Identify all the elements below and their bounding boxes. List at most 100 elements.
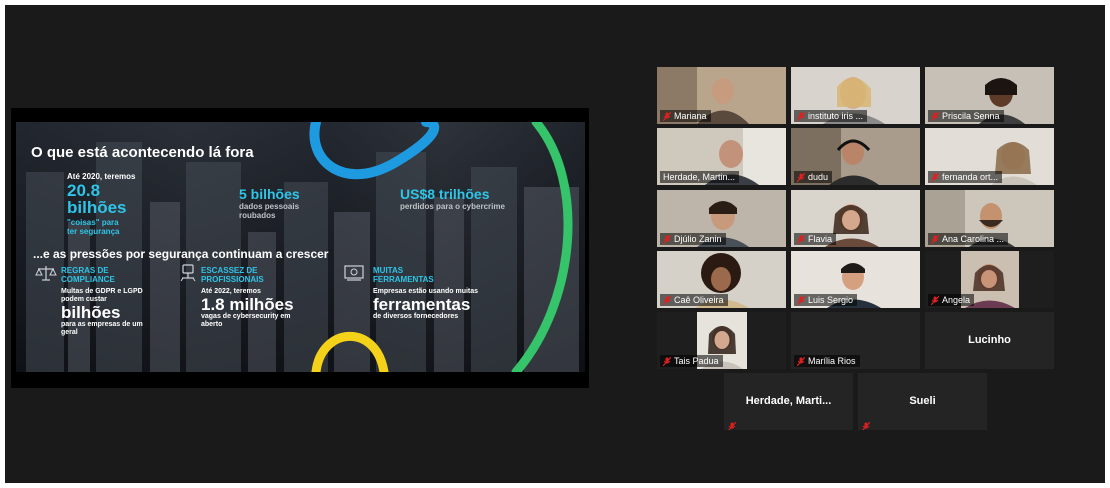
participant-tile[interactable]: Mariana [657, 67, 786, 124]
chair-icon [180, 264, 196, 282]
participant-tile[interactable]: Luis Sergio [791, 251, 920, 308]
participant-name: Tais Padua [674, 356, 719, 366]
muted-mic-icon [662, 234, 672, 244]
participant-name: instituto iris ... [808, 111, 864, 121]
participant-name-label: Luis Sergio [794, 294, 858, 306]
participant-name: Djúlio Zanin [674, 234, 722, 244]
stat2-value: 5 bilhões [239, 186, 300, 202]
col2-heading-line2: PROFISSIONAIS [201, 275, 264, 284]
col1-heading-line1: REGRAS DE [61, 266, 109, 275]
muted-mic-icon [796, 234, 806, 244]
participant-name-label: fernanda ort... [928, 171, 1003, 183]
muted-mic-icon [662, 356, 672, 366]
participant-name: Marília Rios [808, 356, 856, 366]
participant-name-label: Mariana [660, 110, 711, 122]
tools-icon [344, 265, 364, 281]
stat2-caption-line2: roubados [239, 211, 276, 220]
muted-mic-icon [930, 111, 940, 121]
participant-name-label: Ana Carolina ... [928, 233, 1009, 245]
participant-name: Lucinho [968, 334, 1011, 346]
participant-tile[interactable]: Priscila Senna [925, 67, 1054, 124]
participant-name: Priscila Senna [942, 111, 1000, 121]
participant-tile[interactable]: Flavia [791, 190, 920, 247]
stat2-caption: dados pessoais roubados [239, 202, 299, 220]
participant-tile[interactable]: fernanda ort... [925, 128, 1054, 185]
stat1-caption: "coisas" para ter segurança [67, 218, 119, 236]
col2-body: Até 2022, teremos 1.8 milhões vagas de c… [201, 288, 341, 329]
participant-name: Flavia [808, 234, 833, 244]
muted-mic-icon [662, 295, 672, 305]
muted-mic-icon [930, 234, 940, 244]
col3-body: Empresas estão usando muitas ferramentas… [373, 288, 533, 321]
muted-mic-icon [930, 295, 940, 305]
col1-body-line4: geral [61, 329, 78, 336]
participant-name-label: dudu [794, 171, 833, 183]
participant-tile[interactable]: Djúlio Zanin [657, 190, 786, 247]
col3-body-line2: de diversos fornecedores [373, 313, 459, 320]
participant-tile[interactable]: Tais Padua [657, 312, 786, 369]
participant-name: Mariana [674, 111, 707, 121]
muted-mic-icon [662, 111, 672, 121]
participant-tile[interactable]: Angela [925, 251, 1054, 308]
participant-name: Luis Sergio [808, 295, 854, 305]
scales-icon [35, 266, 57, 281]
stat3-caption: perdidos para o cybercrime [400, 202, 505, 211]
muted-mic-icon [930, 172, 940, 182]
col2-heading-line1: ESCASSEZ DE [201, 266, 258, 275]
participant-tile[interactable]: Caê Oliveira [657, 251, 786, 308]
col3-heading: MUITAS FERRAMENTAS [373, 266, 483, 284]
col2-heading: ESCASSEZ DE PROFISSIONAIS [201, 266, 311, 284]
participant-tile-no-video[interactable]: Herdade, Marti... [724, 373, 853, 430]
participant-name-label: Angela [928, 294, 975, 306]
participant-name: fernanda ort... [942, 172, 999, 182]
participant-name: Sueli [909, 395, 936, 407]
participant-name-label: Priscila Senna [928, 110, 1004, 122]
stat1-word: bilhões [67, 198, 127, 217]
stat2-caption-line1: dados pessoais [239, 202, 300, 211]
participant-tile[interactable]: Ana Carolina ... [925, 190, 1054, 247]
stat1-caption-line2: ter segurança [67, 227, 120, 236]
participant-name-label: Flavia [794, 233, 837, 245]
participant-name: Caê Oliveira [674, 295, 724, 305]
stat1-value: 20.8 bilhões [67, 182, 127, 216]
col1-big: bilhões [61, 303, 121, 322]
slide-subtitle: ...e as pressões por segurança continuam… [33, 247, 329, 261]
col2-big: 1.8 milhões [201, 295, 294, 314]
participant-name-label: Tais Padua [660, 355, 723, 367]
col1-body-line1: Multas de GDPR e LGPD [61, 288, 143, 295]
participant-name: Herdade, Martin... [663, 172, 736, 182]
muted-mic-icon [796, 295, 806, 305]
col2-body-line3: aberto [201, 321, 223, 328]
shared-screen[interactable]: O que está acontecendo lá fora Até 2020,… [11, 108, 589, 388]
participant-name: Angela [942, 295, 971, 305]
participant-tile[interactable]: instituto iris ... [791, 67, 920, 124]
muted-mic-icon [728, 418, 737, 430]
participant-tile-no-video[interactable]: Sueli [858, 373, 987, 430]
stat3-value: US$8 trilhões [400, 186, 490, 202]
col1-body-line3: para as empresas de um [61, 321, 143, 328]
participant-tile-active-speaker[interactable]: Herdade, Martin... [657, 128, 786, 185]
participant-name: Herdade, Marti... [745, 395, 832, 407]
col1-heading: REGRAS DE COMPLIANCE [61, 266, 171, 284]
participant-tile-no-video[interactable]: Lucinho [925, 312, 1054, 369]
participant-name: Ana Carolina ... [942, 234, 1005, 244]
stat1-pre: Até 2020, teremos [67, 172, 136, 181]
muted-mic-icon [796, 172, 806, 182]
muted-mic-icon [862, 418, 871, 430]
col1-heading-line2: COMPLIANCE [61, 275, 115, 284]
participant-tile-no-video[interactable]: Marília Rios [791, 312, 920, 369]
meeting-window: O que está acontecendo lá fora Até 2020,… [5, 5, 1105, 483]
participant-tile[interactable]: dudu [791, 128, 920, 185]
stat1-caption-line1: "coisas" para [67, 218, 119, 227]
stat1-number: 20.8 [67, 181, 101, 200]
muted-mic-icon [796, 356, 806, 366]
slide-title: O que está acontecendo lá fora [31, 144, 254, 161]
col3-heading-line2: FERRAMENTAS [373, 275, 434, 284]
participant-name: dudu [808, 172, 829, 182]
col2-body-line2: vagas de cybersecurity em [201, 313, 291, 320]
participant-name-label: Caê Oliveira [660, 294, 728, 306]
participant-name-label: Djúlio Zanin [660, 233, 726, 245]
muted-mic-icon [796, 111, 806, 121]
col3-big: ferramentas [373, 295, 471, 314]
participant-name-label: Marília Rios [794, 355, 860, 367]
